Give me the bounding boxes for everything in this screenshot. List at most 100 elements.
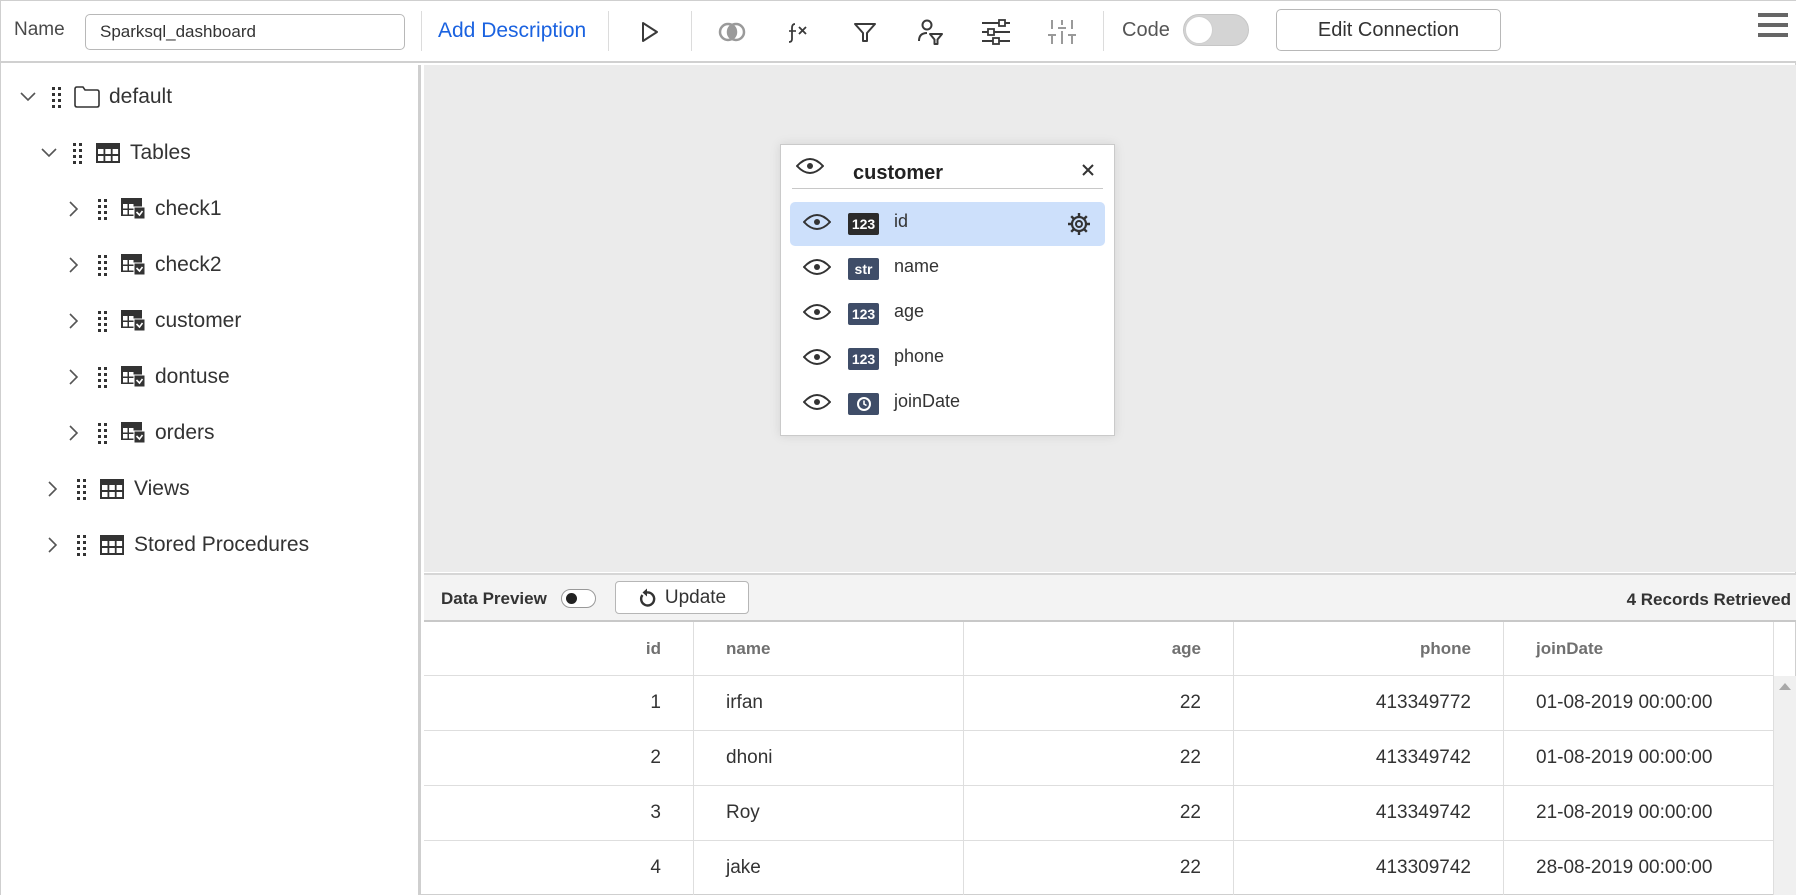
eye-icon[interactable]: [802, 348, 832, 371]
column-row-id[interactable]: 123 id: [790, 202, 1105, 246]
eye-icon[interactable]: [802, 258, 832, 281]
column-row-phone[interactable]: 123 phone: [790, 337, 1105, 381]
user-filter-button[interactable]: [913, 15, 947, 49]
column-header-phone[interactable]: phone: [1234, 622, 1504, 675]
column-row-age[interactable]: 123 age: [790, 292, 1105, 336]
column-settings-button[interactable]: [1045, 15, 1079, 49]
run-icon: [642, 22, 658, 42]
chevron-right-icon[interactable]: [64, 423, 84, 443]
chevron-right-icon[interactable]: [64, 311, 84, 331]
update-button[interactable]: Update: [615, 581, 749, 614]
drag-handle-icon[interactable]: [98, 198, 108, 220]
chevron-right-icon[interactable]: [64, 255, 84, 275]
column-header-id[interactable]: id: [424, 622, 694, 675]
drag-handle-icon[interactable]: [77, 534, 87, 556]
column-settings-icon: [1048, 20, 1076, 44]
tree-item-label: orders: [155, 421, 215, 444]
query-designer: Name Add Description Code Edit Conne: [0, 0, 1796, 895]
design-canvas[interactable]: customer 123 id str name 123 age 123 pho…: [424, 65, 1796, 572]
cell-name: jake: [694, 841, 964, 895]
tree-item-table[interactable]: check1: [64, 189, 222, 229]
settings-sliders-icon: [982, 19, 1010, 45]
expression-icon: [788, 23, 807, 43]
tree-item-default[interactable]: default: [18, 77, 172, 117]
data-preview-toggle[interactable]: [561, 589, 596, 608]
cell-joindate: 01-08-2019 00:00:00: [1504, 731, 1774, 785]
chevron-down-icon[interactable]: [18, 87, 38, 107]
tree-item-stored-procedures[interactable]: Stored Procedures: [43, 525, 309, 565]
table-check-icon: [120, 308, 146, 334]
add-description-link[interactable]: Add Description: [438, 19, 586, 43]
expression-button[interactable]: [782, 15, 816, 49]
table-icon: [99, 532, 125, 558]
table-card-title: customer: [853, 162, 944, 184]
code-toggle[interactable]: [1183, 14, 1249, 46]
tree-item-label: Tables: [130, 141, 191, 164]
drag-handle-icon[interactable]: [77, 478, 87, 500]
drag-handle-icon[interactable]: [98, 422, 108, 444]
folder-icon: [74, 84, 100, 110]
run-button[interactable]: [633, 15, 667, 49]
hamburger-menu-icon[interactable]: [1758, 13, 1788, 39]
eye-icon[interactable]: [802, 213, 832, 236]
drag-handle-icon[interactable]: [98, 254, 108, 276]
cell-age: 22: [964, 676, 1234, 730]
chevron-right-icon[interactable]: [64, 199, 84, 219]
toolbar-divider: [691, 11, 692, 51]
cell-phone: 413349742: [1234, 731, 1504, 785]
chevron-right-icon[interactable]: [43, 535, 63, 555]
column-header-name[interactable]: name: [694, 622, 964, 675]
filter-button[interactable]: [848, 15, 882, 49]
toolbar-divider: [421, 11, 422, 51]
drag-handle-icon[interactable]: [52, 86, 62, 108]
column-name: phone: [894, 346, 945, 366]
cell-joindate: 21-08-2019 00:00:00: [1504, 786, 1774, 840]
scroll-up-arrow-icon[interactable]: [1779, 683, 1791, 690]
eye-icon[interactable]: [802, 393, 832, 416]
chevron-down-icon[interactable]: [39, 143, 59, 163]
properties-button[interactable]: [979, 15, 1013, 49]
join-button[interactable]: [715, 15, 749, 49]
eye-icon[interactable]: [795, 157, 825, 180]
drag-handle-icon[interactable]: [98, 366, 108, 388]
eye-icon[interactable]: [802, 303, 832, 326]
tree-item-views[interactable]: Views: [43, 469, 190, 509]
datetime-type-icon: [848, 393, 879, 415]
table-check-icon: [120, 196, 146, 222]
cell-name: Roy: [694, 786, 964, 840]
tree-item-tables[interactable]: Tables: [39, 133, 191, 173]
update-label: Update: [664, 586, 727, 608]
chevron-right-icon[interactable]: [43, 479, 63, 499]
filter-icon: [854, 23, 876, 42]
drag-handle-icon[interactable]: [73, 142, 83, 164]
column-row-name[interactable]: str name: [790, 247, 1105, 291]
edit-connection-button[interactable]: Edit Connection: [1276, 9, 1501, 51]
cell-name: irfan: [694, 676, 964, 730]
chevron-right-icon[interactable]: [64, 367, 84, 387]
data-preview-bar: Data Preview Update 4 Records Retrieved: [424, 573, 1796, 622]
column-header-joindate[interactable]: joinDate: [1504, 622, 1774, 675]
tree-item-table[interactable]: dontuse: [64, 357, 230, 397]
column-row-joindate[interactable]: joinDate: [790, 382, 1105, 426]
gear-icon[interactable]: [1067, 212, 1091, 236]
tree-item-label: check1: [155, 197, 222, 220]
tree-item-label: customer: [155, 309, 242, 332]
toggle-knob: [566, 593, 577, 604]
grid-header-row: id name age phone joinDate: [424, 622, 1774, 676]
vertical-scrollbar[interactable]: [1774, 676, 1796, 895]
cell-id: 3: [424, 786, 694, 840]
tree-item-table[interactable]: customer: [64, 301, 241, 341]
column-header-age[interactable]: age: [964, 622, 1234, 675]
tree-item-table[interactable]: orders: [64, 413, 215, 453]
tree-item-label: Views: [134, 477, 190, 500]
table-card-customer[interactable]: customer 123 id str name 123 age 123 pho…: [780, 144, 1115, 436]
tree-item-table[interactable]: check2: [64, 245, 222, 285]
name-input[interactable]: [85, 14, 405, 50]
close-icon[interactable]: [1079, 161, 1097, 179]
number-type-icon: 123: [848, 348, 879, 370]
cell-id: 1: [424, 676, 694, 730]
number-type-icon: 123: [848, 213, 879, 235]
drag-handle-icon[interactable]: [98, 310, 108, 332]
toolbar-divider: [1103, 11, 1104, 51]
table-check-icon: [120, 252, 146, 278]
